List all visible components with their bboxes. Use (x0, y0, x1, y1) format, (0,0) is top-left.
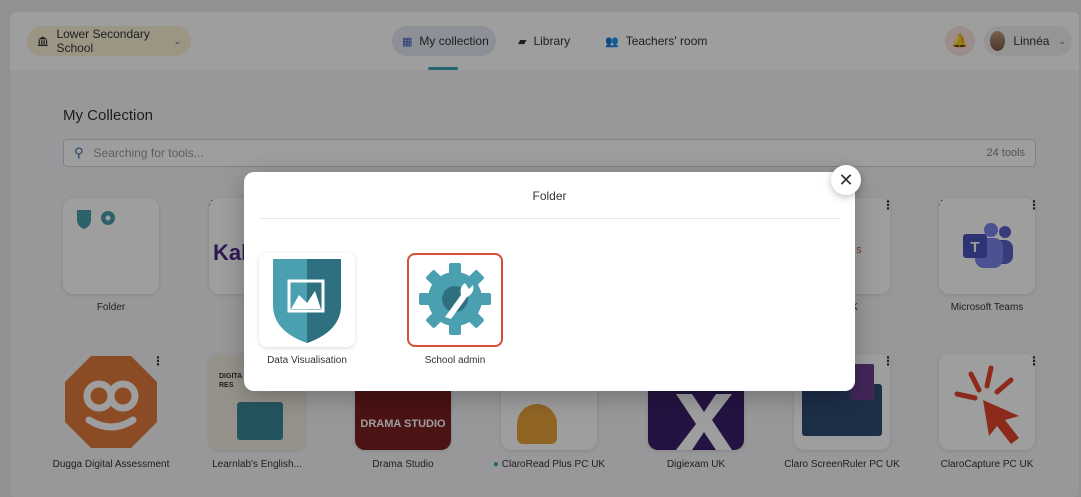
modal-item-school-admin[interactable] (407, 253, 503, 347)
data-visualisation-icon (273, 259, 341, 343)
folder-modal: Folder Data Visualisation School admin (244, 172, 855, 391)
modal-divider (259, 218, 840, 219)
close-modal-button[interactable]: ✕ (831, 165, 861, 195)
close-icon: ✕ (838, 169, 854, 190)
modal-item-label: School admin (424, 355, 486, 366)
gear-wrench-icon (419, 263, 491, 335)
modal-title: Folder (532, 189, 567, 203)
modal-item-data-visualisation[interactable] (259, 253, 355, 347)
modal-item-label: Data Visualisation (267, 355, 347, 366)
